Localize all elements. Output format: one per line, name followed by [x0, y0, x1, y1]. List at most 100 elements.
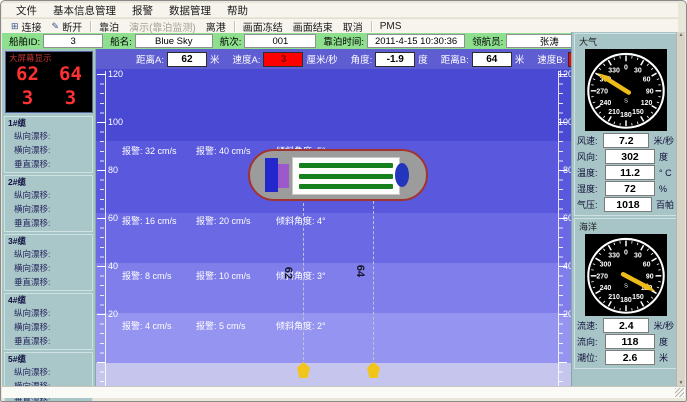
wind-direction-gauge: 0306090120150180210240270300330S: [585, 49, 667, 131]
cable-group-title: 5#缆: [5, 353, 92, 365]
info-field-value[interactable]: Blue Sky: [135, 34, 213, 48]
alarm-speed-b: 报警: 5 cm/s: [196, 319, 276, 332]
info-field-value[interactable]: 001: [244, 34, 316, 48]
axis-major-tick: [97, 170, 106, 171]
readout-unit: 度: [418, 52, 428, 66]
mooring-line-a: [303, 203, 304, 365]
sensor-field-row: 流速:2.4米/秒: [577, 318, 674, 333]
readout-field: 速度A:3厘米/秒: [233, 52, 338, 67]
cargo-stripe: [299, 184, 393, 189]
gauge-dial-number: 240: [599, 285, 611, 292]
sensor-label: 潮位:: [577, 351, 603, 364]
ocean-fields: 流速:2.4米/秒流向:118度潮位:2.6米: [577, 318, 674, 365]
menu-item[interactable]: 数据管理: [161, 3, 219, 18]
sensor-field-row: 风速:7.2米/秒: [577, 133, 674, 148]
gauge-dial-number: 90: [645, 273, 653, 280]
axis-tick-label: 60: [108, 213, 118, 223]
gauge-dial-number: 270: [596, 88, 608, 95]
info-field-value[interactable]: 3: [43, 34, 103, 48]
gauge-dial-number: 270: [596, 273, 608, 280]
cable-group: 2#缆纵向漂移:横向漂移:垂直漂移:: [4, 175, 93, 232]
axis-major-tick: [97, 266, 106, 267]
gauge-dial-number: 90: [645, 88, 653, 95]
readout-unit: 米: [210, 52, 220, 66]
toolbar-button-label: 连接: [22, 19, 42, 34]
axis-major-tick: [97, 74, 106, 75]
sensor-label: 气压:: [577, 198, 602, 211]
ocean-group-title: 海洋: [577, 220, 674, 233]
sensor-field-row: 温度:11.2° C: [577, 165, 674, 180]
toolbar-button[interactable]: 取消: [338, 19, 368, 34]
distance-label-b: 64: [354, 265, 366, 277]
toolbar-button[interactable]: 离港: [201, 19, 231, 34]
scroll-up-icon[interactable]: ▲: [679, 32, 684, 38]
info-field: 航次:001: [220, 34, 317, 48]
toolbar-button[interactable]: ✎断开: [47, 19, 88, 34]
toolbar-button[interactable]: ⊞连接: [6, 19, 47, 34]
sensor-value: 2.4: [603, 318, 649, 333]
cable-group: 4#缆纵向漂移:横向漂移:垂直漂移:: [4, 293, 93, 350]
drift-row-label: 横向漂移:: [5, 261, 92, 275]
led-value: 3: [6, 86, 49, 110]
cargo-stripe: [299, 163, 393, 168]
drift-row-label: 垂直漂移:: [5, 157, 92, 171]
axis-major-tick: [97, 314, 106, 315]
gauge-dial-number: 180: [620, 297, 632, 304]
status-bar: [2, 386, 685, 398]
info-field: 船名:Blue Sky: [110, 34, 213, 48]
sensor-label: 温度:: [577, 166, 603, 179]
drift-row-label: 横向漂移:: [5, 320, 92, 334]
axis-tick-label: 80: [108, 165, 118, 175]
sensor-label: 流速:: [577, 319, 601, 332]
big-screen-title: 大屏幕显示: [9, 52, 52, 64]
drift-row-label: 横向漂移:: [5, 143, 92, 157]
toolbar-button[interactable]: 画面冻结: [238, 19, 288, 34]
info-field-value[interactable]: 2011-4-15 10:30:36: [367, 34, 465, 48]
cable-group: 3#缆纵向漂移:横向漂移:垂直漂移:: [4, 234, 93, 291]
drift-row-label: 垂直漂移:: [5, 275, 92, 289]
sensor-label: 流向:: [577, 335, 603, 348]
toolbar-button-label: 离港: [206, 19, 226, 34]
left-axis: 12010080604020: [96, 69, 118, 386]
menu-item[interactable]: 报警: [124, 3, 161, 18]
readout-bar: 距离A:62米速度A:3厘米/秒角度:-1.9度距离B:64米速度B:3厘米/秒: [96, 49, 573, 69]
menu-item[interactable]: 基本信息管理: [45, 3, 124, 18]
menu-item[interactable]: 文件: [8, 3, 45, 18]
toolbar-button[interactable]: 画面结束: [288, 19, 338, 34]
sensor-unit: 百帕: [656, 198, 674, 211]
readout-label: 距离A:: [136, 52, 164, 66]
distance-band: [96, 69, 573, 141]
gauge-dial-number: 330: [608, 68, 620, 75]
vertical-scrollbar[interactable]: ▲ ▼: [676, 32, 685, 386]
info-field-label: 船名:: [110, 34, 132, 48]
alarm-tilt-angle: 倾斜角度: 4°: [276, 214, 326, 227]
drift-row-label: 垂直漂移:: [5, 334, 92, 348]
gauge-dial-number: 0: [624, 65, 628, 72]
weather-fields: 风速:7.2米/秒风向:302度温度:11.2° C湿度:72%气压:1018百…: [577, 133, 674, 212]
sensor-value: 7.2: [603, 133, 649, 148]
gauge-dial-number: 30: [634, 253, 642, 260]
gauge-south-label: S: [624, 283, 628, 289]
sensor-field-row: 风向:302度: [577, 149, 674, 164]
readout-label: 角度:: [351, 52, 373, 66]
toolbar-button-label: 画面结束: [293, 19, 333, 34]
toolbar-button-label: 演示(靠泊监测): [129, 19, 196, 34]
sensor-value: 302: [605, 149, 655, 164]
ship-stern-structure: [395, 163, 409, 187]
gauge-dial-number: 150: [632, 109, 644, 116]
sensor-field-row: 湿度:72%: [577, 181, 674, 196]
alarm-threshold-row: 报警: 4 cm/s报警: 5 cm/s倾斜角度: 2°: [122, 319, 326, 332]
sensor-unit: %: [659, 184, 667, 194]
toolbar-button[interactable]: PMS: [375, 21, 407, 32]
toolbar-button-label: PMS: [380, 21, 402, 32]
menu-item[interactable]: 帮助: [219, 3, 256, 18]
toolbar-button[interactable]: 靠泊: [94, 19, 124, 34]
resize-grip-icon[interactable]: [675, 388, 684, 397]
sensor-unit: 度: [659, 335, 668, 348]
ship-bow-block: [265, 158, 278, 192]
weather-group: 大气 0306090120150180210240270300330S 风速:7…: [574, 33, 677, 216]
toolbar-button: 演示(靠泊监测): [124, 19, 201, 34]
gauge-dial-number: 300: [599, 261, 611, 268]
info-field-label: 船舶ID:: [9, 34, 40, 48]
info-field-label: 航次:: [220, 34, 242, 48]
